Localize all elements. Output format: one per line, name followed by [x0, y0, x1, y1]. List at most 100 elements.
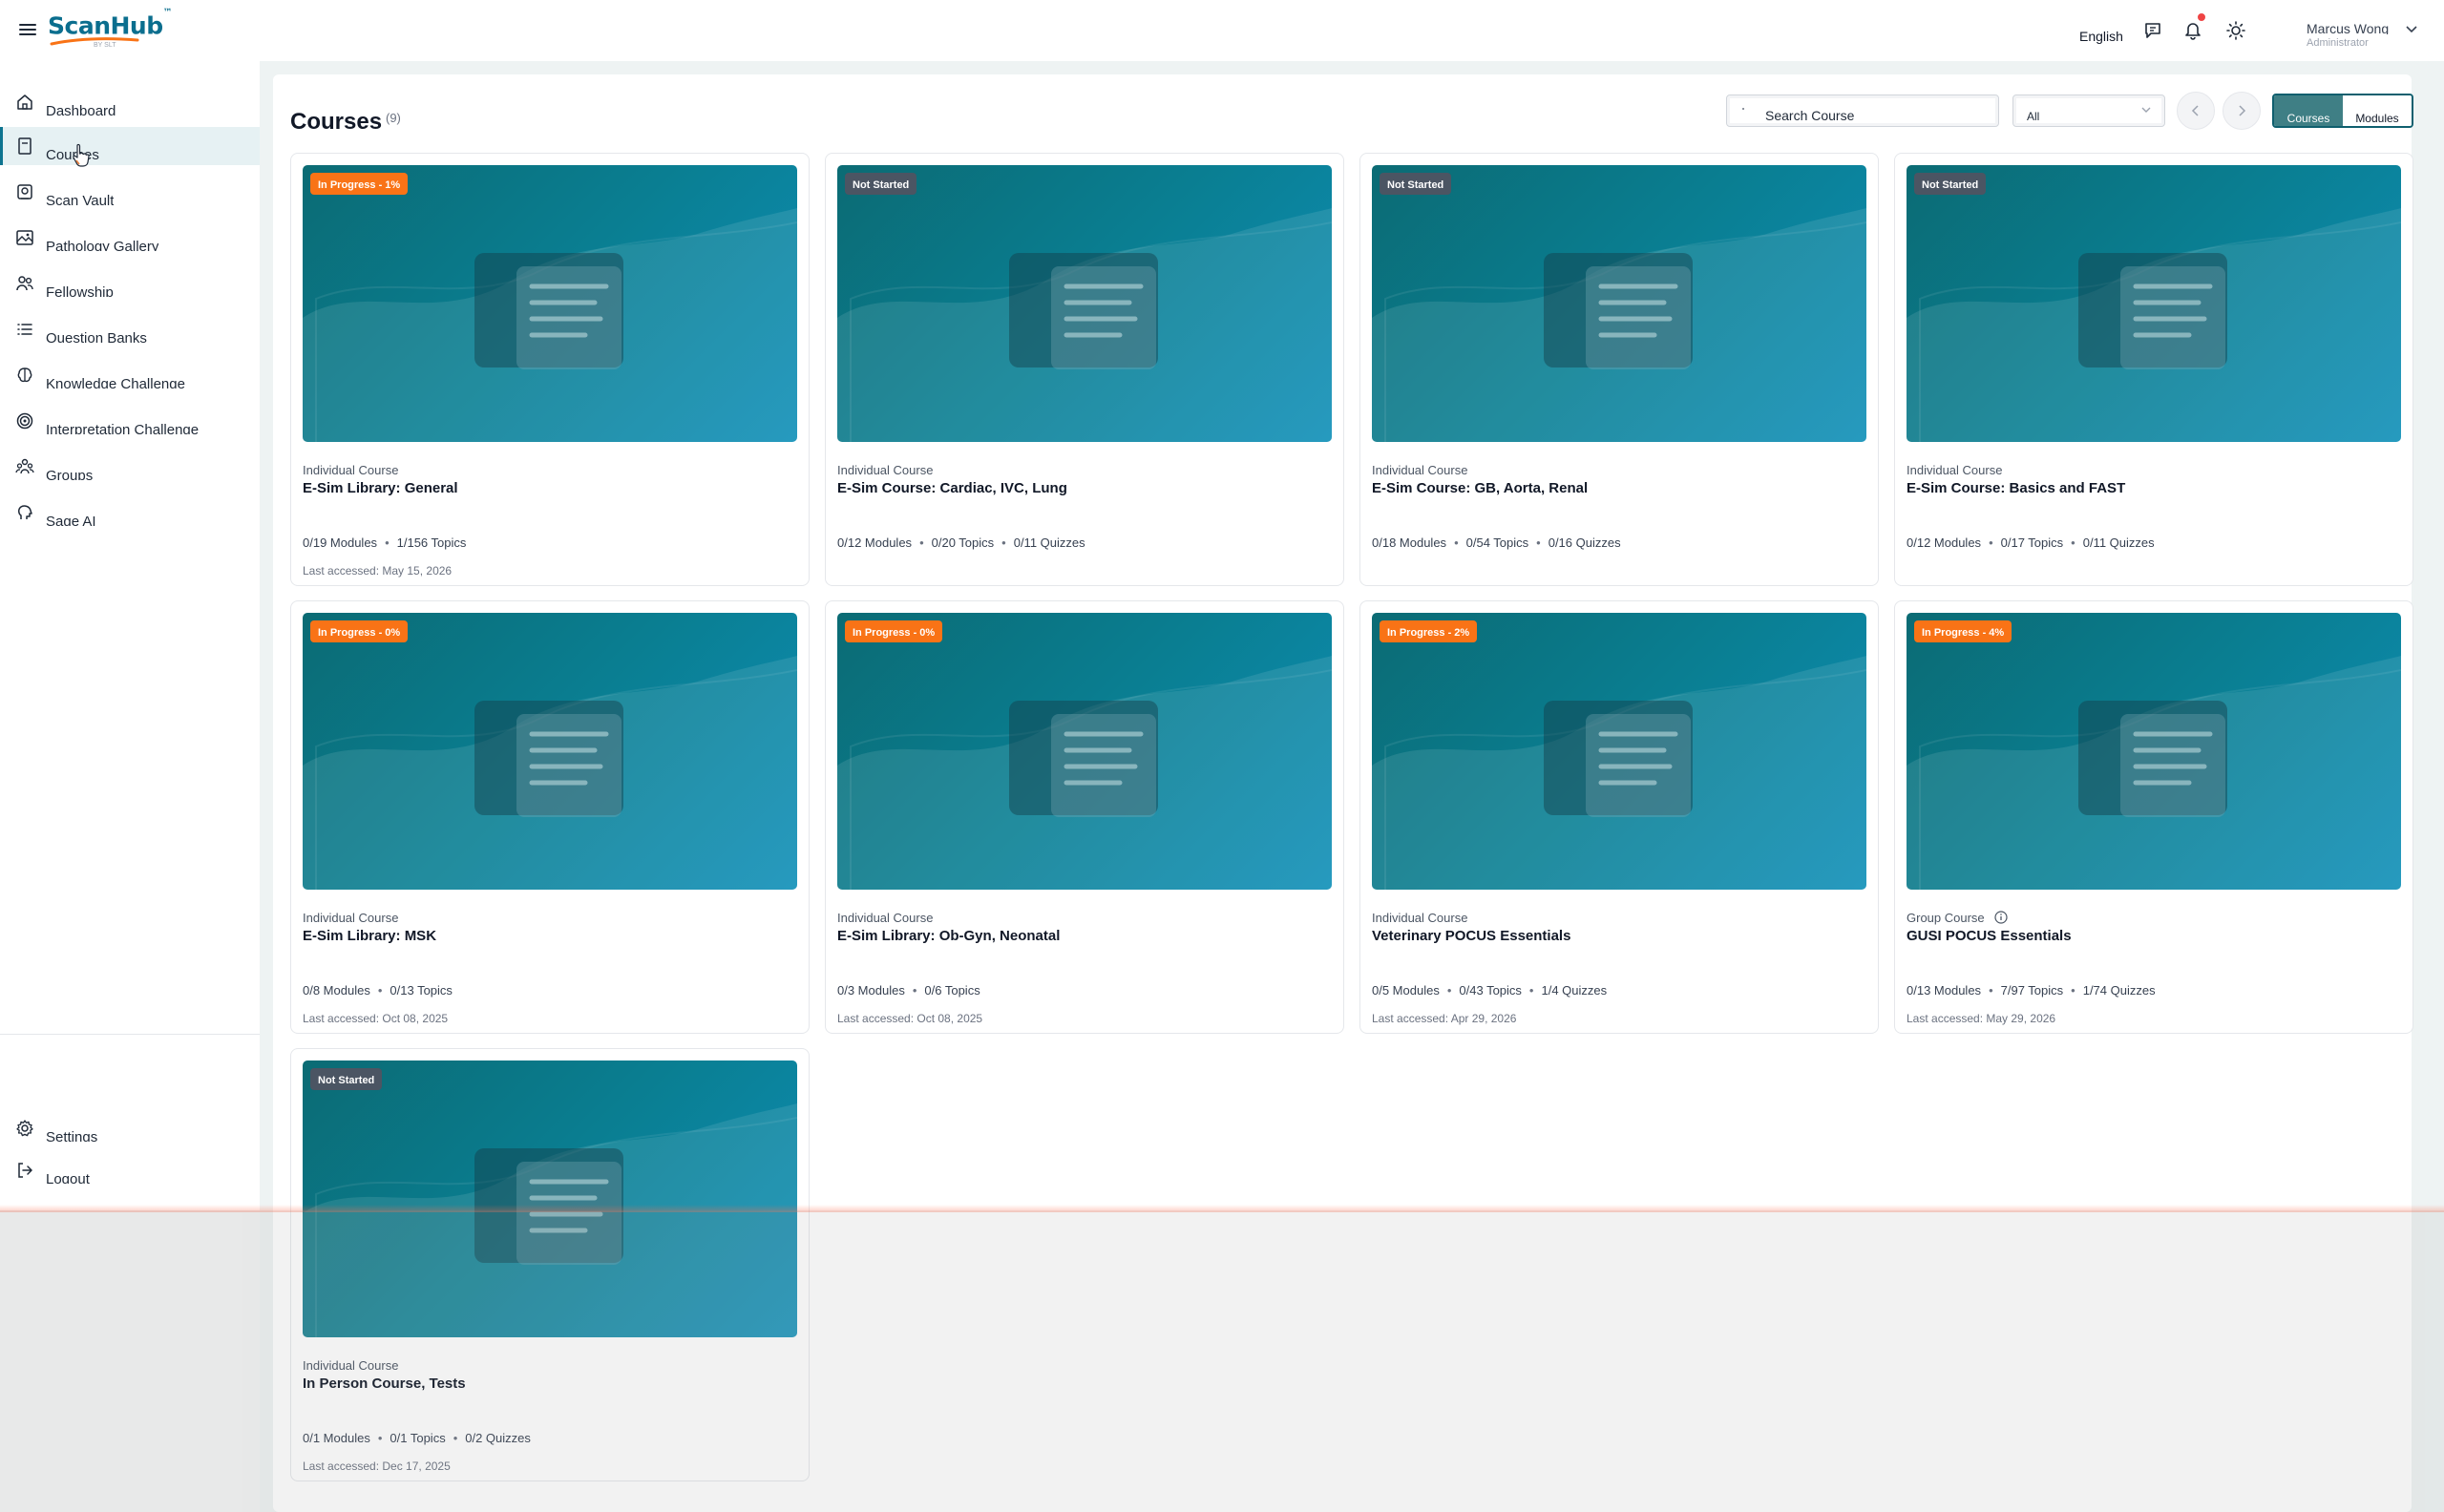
thumbnail-wave-icon: [303, 1103, 797, 1337]
search-placeholder: Search Course: [1765, 108, 1855, 123]
sidebar-item-label: Pathology Gallery: [46, 239, 159, 251]
thumbnail-wave-icon: [303, 208, 797, 442]
course-stat: 0/5 Modules: [1372, 983, 1440, 998]
info-icon[interactable]: [1994, 911, 2008, 924]
sidebar-item-question-banks[interactable]: Question Banks: [0, 310, 260, 348]
course-thumbnail: In Progress - 4%: [1907, 613, 2401, 890]
course-card[interactable]: Not Started Individual Course E-Sim Cour…: [1894, 153, 2413, 586]
modules-view-button[interactable]: Modules: [2343, 95, 2412, 126]
sidebar-divider: [0, 1034, 260, 1035]
chevron-left-icon: [2191, 105, 2199, 116]
brain-icon: [17, 368, 32, 383]
gear-icon: [16, 1120, 33, 1137]
course-title: E-Sim Library: General: [303, 480, 458, 496]
course-card[interactable]: In Progress - 0% Individual Course E-Sim…: [290, 600, 810, 1034]
course-stats: 0/12 Modules • 0/20 Topics • 0/11 Quizzes: [837, 536, 1085, 550]
course-stat: 0/12 Modules: [1907, 536, 1982, 550]
course-count: (9): [386, 111, 401, 125]
next-page-button[interactable]: [2223, 92, 2261, 130]
course-card[interactable]: Not Started Individual Course In Person …: [290, 1048, 810, 1481]
sidebar-item-groups[interactable]: Groups: [0, 448, 260, 486]
filter-value: All: [2027, 110, 2040, 123]
sidebar-item-logout[interactable]: Logout: [0, 1151, 260, 1189]
sidebar-item-settings[interactable]: Settings: [0, 1109, 260, 1147]
course-stat: 7/97 Topics: [2000, 983, 2064, 998]
course-title: E-Sim Course: Cardiac, IVC, Lung: [837, 480, 1067, 496]
last-accessed: Last accessed: Oct 08, 2025: [837, 1012, 983, 1025]
course-stat: 0/18 Modules: [1372, 536, 1447, 550]
status-badge: Not Started: [310, 1068, 383, 1090]
course-card[interactable]: In Progress - 4% Group Course GUSI POCUS…: [1894, 600, 2413, 1034]
course-stat: 1/74 Quizzes: [2082, 983, 2156, 998]
course-stat: 0/19 Modules: [303, 536, 378, 550]
sidebar-item-courses[interactable]: Courses: [0, 127, 260, 165]
course-stats: 0/18 Modules • 0/54 Topics • 0/16 Quizzes: [1372, 536, 1621, 550]
search-icon: [1742, 108, 1744, 110]
status-badge: Not Started: [1914, 173, 1987, 195]
sidebar-item-label: Question Banks: [46, 330, 147, 343]
course-thumbnail: Not Started: [1907, 165, 2401, 442]
status-badge: In Progress - 2%: [1380, 620, 1478, 642]
sidebar-item-label: Interpretation Challenge: [46, 422, 200, 434]
sidebar-item-scan-vault[interactable]: Scan Vault: [0, 173, 260, 211]
course-type: Group Course: [1907, 911, 1985, 925]
thumbnail-wave-icon: [837, 208, 1332, 442]
sidebar-item-knowledge-challenge[interactable]: Knowledge Challenge: [0, 356, 260, 394]
last-accessed: Last accessed: May 29, 2026: [1907, 1012, 2056, 1025]
status-badge: In Progress - 0%: [310, 620, 409, 642]
home-icon: [17, 94, 32, 110]
search-input[interactable]: Search Course: [1726, 94, 1999, 127]
sidebar-item-dashboard[interactable]: Dashboard: [0, 83, 260, 121]
language-selector[interactable]: English: [2079, 29, 2123, 44]
course-stats: 0/8 Modules • 0/13 Topics: [303, 983, 453, 998]
course-thumbnail: Not Started: [1372, 165, 1866, 442]
course-card[interactable]: Not Started Individual Course E-Sim Cour…: [825, 153, 1344, 586]
course-card[interactable]: Not Started Individual Course E-Sim Cour…: [1359, 153, 1879, 586]
thumbnail-wave-icon: [1372, 656, 1866, 890]
sidebar-item-label: Logout: [46, 1171, 90, 1184]
course-stat: 0/13 Modules: [1907, 983, 1982, 998]
menu-icon[interactable]: [19, 21, 36, 38]
chat-icon[interactable]: [2142, 20, 2163, 41]
last-accessed: Last accessed: Dec 17, 2025: [303, 1460, 451, 1473]
course-type: Individual Course: [1907, 463, 2003, 477]
sidebar-item-fellowship[interactable]: Fellowship: [0, 264, 260, 303]
status-badge: In Progress - 1%: [310, 173, 409, 195]
user-role: Administrator: [2307, 37, 2369, 47]
sidebar-item-interpretation-challenge[interactable]: Interpretation Challenge: [0, 402, 260, 440]
logo-subtext: BY SLT: [94, 42, 116, 49]
course-stat: 0/11 Quizzes: [2082, 536, 2155, 550]
course-card[interactable]: In Progress - 1% Individual Course E-Sim…: [290, 153, 810, 586]
view-toggle: Courses Modules: [2272, 94, 2413, 128]
course-title: In Person Course, Tests: [303, 1376, 466, 1392]
course-stat: 0/8 Modules: [303, 983, 370, 998]
sidebar-item-pathology-gallery[interactable]: Pathology Gallery: [0, 219, 260, 257]
sidebar-item-sage-ai[interactable]: Sage AI: [0, 494, 260, 532]
sidebar-item-label: Dashboard: [46, 103, 116, 116]
course-card[interactable]: In Progress - 2% Individual Course Veter…: [1359, 600, 1879, 1034]
course-stats: 0/19 Modules • 1/156 Topics: [303, 536, 467, 550]
book-icon: [18, 137, 32, 155]
thumbnail-wave-icon: [837, 656, 1332, 890]
prev-page-button[interactable]: [2177, 92, 2215, 130]
theme-sun-icon[interactable]: [2225, 20, 2246, 41]
status-filter-select[interactable]: All: [2012, 94, 2165, 127]
user-menu[interactable]: Marcus Wong Administrator: [2307, 21, 2417, 47]
course-stat: 0/2 Quizzes: [465, 1431, 531, 1445]
sidebar-item-label: Knowledge Challenge: [46, 376, 185, 388]
courses-view-button[interactable]: Courses: [2274, 95, 2343, 126]
course-stats: 0/13 Modules • 7/97 Topics • 1/74 Quizzes: [1907, 983, 2156, 998]
course-stat: 0/17 Topics: [2000, 536, 2064, 550]
thumbnail-wave-icon: [1372, 208, 1866, 442]
course-type: Individual Course: [1372, 463, 1468, 477]
sidebar-footer-area: [0, 1210, 260, 1512]
course-stat: 1/156 Topics: [396, 536, 467, 550]
group-icon: [15, 458, 34, 474]
course-stat: 0/11 Quizzes: [1013, 536, 1085, 550]
thumbnail-wave-icon: [1907, 208, 2401, 442]
scanhub-logo[interactable]: ScanHub™ BY SLT: [48, 8, 173, 52]
course-type: Individual Course: [303, 463, 399, 477]
course-thumbnail: In Progress - 0%: [303, 613, 797, 890]
course-card[interactable]: In Progress - 0% Individual Course E-Sim…: [825, 600, 1344, 1034]
sidebar-item-label: Sage AI: [46, 514, 96, 526]
